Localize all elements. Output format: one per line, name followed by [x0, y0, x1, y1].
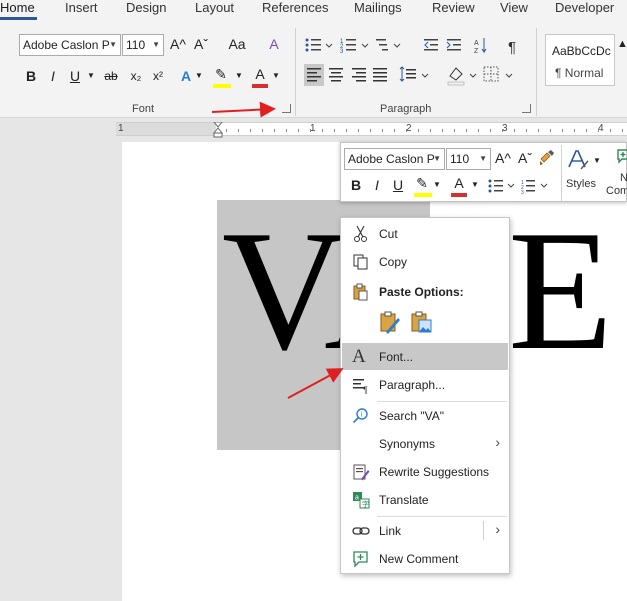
annotation-arrows: [211, 101, 344, 399]
annotation-arrow-launcher: [211, 101, 276, 118]
annotation-arrow-font: [287, 368, 344, 399]
